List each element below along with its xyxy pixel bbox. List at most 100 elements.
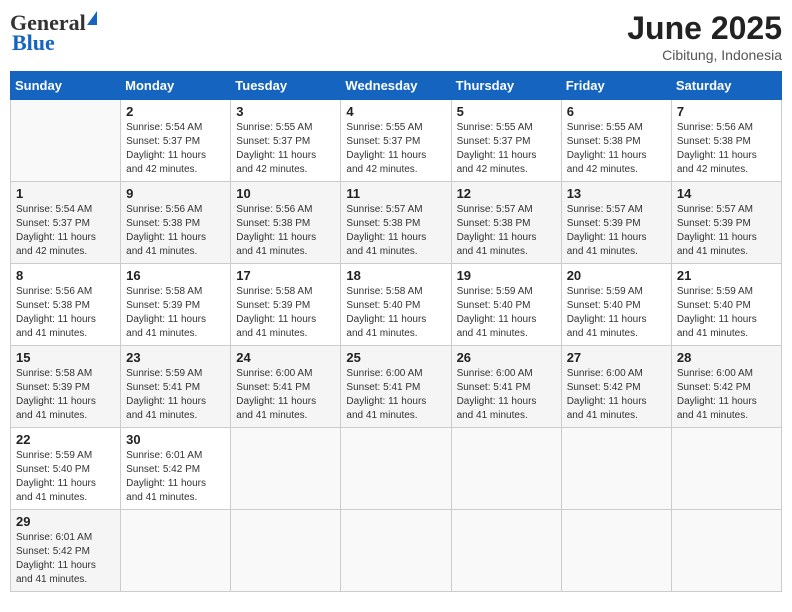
day-info: Sunrise: 5:58 AMSunset: 5:39 PMDaylight:… — [236, 285, 335, 341]
calendar-cell: 1 Sunrise: 5:54 AMSunset: 5:37 PMDaylight… — [11, 182, 121, 264]
day-info: Sunrise: 5:56 AMSunset: 5:38 PMDaylight:… — [16, 285, 115, 341]
day-number: 24 — [236, 350, 335, 365]
day-number: 2 — [126, 104, 225, 119]
day-number: 26 — [457, 350, 556, 365]
location-title: Cibitung, Indonesia — [627, 47, 782, 63]
day-number: 3 — [236, 104, 335, 119]
day-number: 19 — [457, 268, 556, 283]
calendar-cell: 4 Sunrise: 5:55 AMSunset: 5:37 PMDaylight… — [341, 100, 451, 182]
calendar-cell — [121, 510, 231, 592]
day-info: Sunrise: 5:59 AMSunset: 5:40 PMDaylight:… — [16, 449, 115, 505]
day-info: Sunrise: 6:00 AMSunset: 5:42 PMDaylight:… — [677, 367, 776, 423]
calendar-cell — [231, 510, 341, 592]
day-number: 11 — [346, 186, 445, 201]
day-number: 25 — [346, 350, 445, 365]
day-info: Sunrise: 5:56 AMSunset: 5:38 PMDaylight:… — [677, 121, 776, 177]
day-number: 27 — [567, 350, 666, 365]
header-cell-wednesday: Wednesday — [341, 72, 451, 100]
day-info: Sunrise: 5:54 AMSunset: 5:37 PMDaylight:… — [126, 121, 225, 177]
day-info: Sunrise: 5:59 AMSunset: 5:41 PMDaylight:… — [126, 367, 225, 423]
calendar-cell: 2 Sunrise: 5:54 AMSunset: 5:37 PMDaylight… — [121, 100, 231, 182]
day-number: 29 — [16, 514, 115, 529]
day-number: 20 — [567, 268, 666, 283]
day-number: 22 — [16, 432, 115, 447]
day-info: Sunrise: 5:58 AMSunset: 5:40 PMDaylight:… — [346, 285, 445, 341]
logo-blue-text: Blue — [10, 30, 55, 56]
header-cell-monday: Monday — [121, 72, 231, 100]
calendar-cell: 10Sunrise: 5:56 AMSunset: 5:38 PMDayligh… — [231, 182, 341, 264]
day-number: 8 — [16, 268, 115, 283]
day-info: Sunrise: 5:59 AMSunset: 5:40 PMDaylight:… — [457, 285, 556, 341]
calendar-cell: 11 Sunrise: 5:57 AMSunset: 5:38 PMDayligh… — [341, 182, 451, 264]
calendar-cell: 18 Sunrise: 5:58 AMSunset: 5:40 PMDayligh… — [341, 264, 451, 346]
month-title: June 2025 — [627, 10, 782, 47]
calendar-cell: 29 Sunrise: 6:01 AMSunset: 5:42 PMDayligh… — [11, 510, 121, 592]
day-info: Sunrise: 5:59 AMSunset: 5:40 PMDaylight:… — [677, 285, 776, 341]
day-info: Sunrise: 5:57 AMSunset: 5:38 PMDaylight:… — [457, 203, 556, 259]
day-info: Sunrise: 5:58 AMSunset: 5:39 PMDaylight:… — [126, 285, 225, 341]
day-info: Sunrise: 5:55 AMSunset: 5:37 PMDaylight:… — [457, 121, 556, 177]
day-number: 21 — [677, 268, 776, 283]
day-info: Sunrise: 5:55 AMSunset: 5:37 PMDaylight:… — [236, 121, 335, 177]
calendar-cell: 13 Sunrise: 5:57 AMSunset: 5:39 PMDayligh… — [561, 182, 671, 264]
day-number: 14 — [677, 186, 776, 201]
logo-flag-icon — [87, 11, 97, 25]
calendar-cell: 17Sunrise: 5:58 AMSunset: 5:39 PMDayligh… — [231, 264, 341, 346]
header-cell-saturday: Saturday — [671, 72, 781, 100]
day-info: Sunrise: 5:57 AMSunset: 5:38 PMDaylight:… — [346, 203, 445, 259]
calendar-cell: 24 Sunrise: 6:00 AMSunset: 5:41 PMDayligh… — [231, 346, 341, 428]
day-number: 6 — [567, 104, 666, 119]
calendar-cell: 12Sunrise: 5:57 AMSunset: 5:38 PMDayligh… — [451, 182, 561, 264]
day-info: Sunrise: 6:00 AMSunset: 5:41 PMDaylight:… — [236, 367, 335, 423]
calendar-cell: 20 Sunrise: 5:59 AMSunset: 5:40 PMDayligh… — [561, 264, 671, 346]
day-info: Sunrise: 5:55 AMSunset: 5:38 PMDaylight:… — [567, 121, 666, 177]
day-info: Sunrise: 5:58 AMSunset: 5:39 PMDaylight:… — [16, 367, 115, 423]
calendar-table: SundayMondayTuesdayWednesdayThursdayFrid… — [10, 71, 782, 592]
calendar-cell: 9Sunrise: 5:56 AMSunset: 5:38 PMDaylight… — [121, 182, 231, 264]
calendar-cell: 8 Sunrise: 5:56 AMSunset: 5:38 PMDaylight… — [11, 264, 121, 346]
day-info: Sunrise: 6:00 AMSunset: 5:42 PMDaylight:… — [567, 367, 666, 423]
day-info: Sunrise: 5:59 AMSunset: 5:40 PMDaylight:… — [567, 285, 666, 341]
day-info: Sunrise: 6:01 AMSunset: 5:42 PMDaylight:… — [126, 449, 225, 505]
day-number: 18 — [346, 268, 445, 283]
day-number: 30 — [126, 432, 225, 447]
day-number: 10 — [236, 186, 335, 201]
header-cell-tuesday: Tuesday — [231, 72, 341, 100]
calendar-cell: 30 Sunrise: 6:01 AMSunset: 5:42 PMDayligh… — [121, 428, 231, 510]
day-info: Sunrise: 5:55 AMSunset: 5:37 PMDaylight:… — [346, 121, 445, 177]
day-number: 9 — [126, 186, 225, 201]
calendar-row-0: 2 Sunrise: 5:54 AMSunset: 5:37 PMDaylight… — [11, 100, 782, 182]
day-info: Sunrise: 6:00 AMSunset: 5:41 PMDaylight:… — [346, 367, 445, 423]
calendar-row-1: 1 Sunrise: 5:54 AMSunset: 5:37 PMDaylight… — [11, 182, 782, 264]
day-number: 23 — [126, 350, 225, 365]
day-number: 4 — [346, 104, 445, 119]
day-info: Sunrise: 5:57 AMSunset: 5:39 PMDaylight:… — [567, 203, 666, 259]
calendar-cell: 5Sunrise: 5:55 AMSunset: 5:37 PMDaylight… — [451, 100, 561, 182]
calendar-cell: 27 Sunrise: 6:00 AMSunset: 5:42 PMDayligh… — [561, 346, 671, 428]
calendar-cell — [671, 428, 781, 510]
day-info: Sunrise: 6:01 AMSunset: 5:42 PMDaylight:… — [16, 531, 115, 587]
calendar-cell — [341, 510, 451, 592]
page-container: General Blue June 2025 Cibitung, Indones… — [10, 10, 782, 592]
day-number: 28 — [677, 350, 776, 365]
calendar-cell — [341, 428, 451, 510]
calendar-cell: 16Sunrise: 5:58 AMSunset: 5:39 PMDayligh… — [121, 264, 231, 346]
day-number: 7 — [677, 104, 776, 119]
day-number: 1 — [16, 186, 115, 201]
calendar-row-3: 15Sunrise: 5:58 AMSunset: 5:39 PMDayligh… — [11, 346, 782, 428]
calendar-cell — [231, 428, 341, 510]
calendar-cell: 21 Sunrise: 5:59 AMSunset: 5:40 PMDayligh… — [671, 264, 781, 346]
calendar-cell — [451, 510, 561, 592]
calendar-cell — [671, 510, 781, 592]
calendar-row-5: 29 Sunrise: 6:01 AMSunset: 5:42 PMDayligh… — [11, 510, 782, 592]
calendar-row-2: 8 Sunrise: 5:56 AMSunset: 5:38 PMDaylight… — [11, 264, 782, 346]
calendar-cell: 3 Sunrise: 5:55 AMSunset: 5:37 PMDaylight… — [231, 100, 341, 182]
header-cell-thursday: Thursday — [451, 72, 561, 100]
calendar-cell — [561, 428, 671, 510]
day-number: 13 — [567, 186, 666, 201]
calendar-cell: 19 Sunrise: 5:59 AMSunset: 5:40 PMDayligh… — [451, 264, 561, 346]
day-info: Sunrise: 5:54 AMSunset: 5:37 PMDaylight:… — [16, 203, 115, 259]
calendar-cell: 23 Sunrise: 5:59 AMSunset: 5:41 PMDayligh… — [121, 346, 231, 428]
calendar-cell: 7 Sunrise: 5:56 AMSunset: 5:38 PMDaylight… — [671, 100, 781, 182]
calendar-cell: 22 Sunrise: 5:59 AMSunset: 5:40 PMDayligh… — [11, 428, 121, 510]
